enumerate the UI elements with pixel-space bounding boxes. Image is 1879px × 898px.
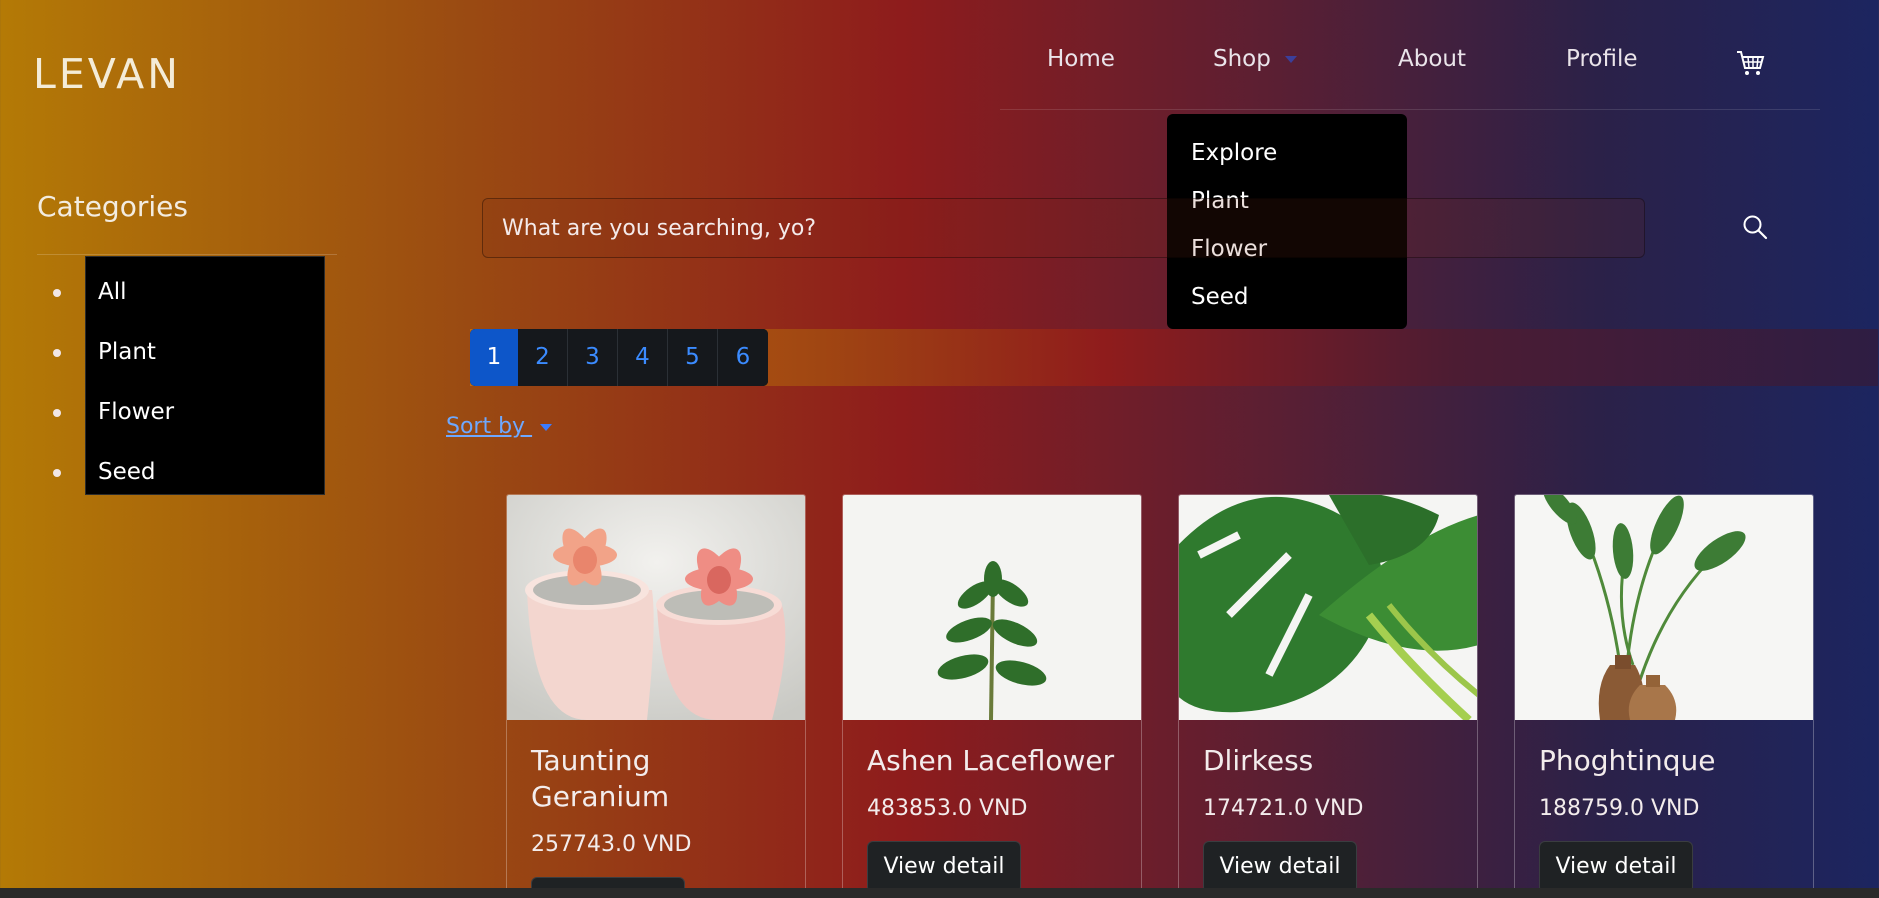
nav-profile[interactable]: Profile	[1566, 46, 1638, 72]
product-price: 174721.0 VND	[1203, 796, 1364, 821]
brand-logo[interactable]: LEVAN	[33, 50, 181, 98]
category-item-plant[interactable]: Plant	[53, 327, 324, 387]
product-card: Dlirkess 174721.0 VND View detail	[1178, 494, 1478, 898]
nav-shop-label: Shop	[1213, 46, 1271, 72]
product-card: Taunting Geranium 257743.0 VND View deta…	[506, 494, 806, 898]
dropdown-item-seed[interactable]: Seed	[1167, 278, 1407, 326]
page-link-2[interactable]: 2	[518, 329, 568, 386]
page-link-1[interactable]: 1	[470, 329, 518, 386]
categories-divider	[37, 254, 337, 255]
page-link-6[interactable]: 6	[718, 329, 768, 386]
chevron-down-icon	[1284, 56, 1297, 63]
product-name: Taunting Geranium	[531, 744, 670, 813]
scroll-edge	[0, 888, 1879, 898]
view-detail-button[interactable]: View detail	[1539, 841, 1693, 893]
product-image[interactable]	[843, 495, 1141, 720]
product-price: 257743.0 VND	[531, 832, 692, 857]
categories-list: All Plant Flower Seed	[53, 256, 325, 495]
page-link-5[interactable]: 5	[668, 329, 718, 386]
nav-shop[interactable]: Shop	[1213, 46, 1297, 72]
page-link-3[interactable]: 3	[568, 329, 618, 386]
category-item-seed[interactable]: Seed	[53, 447, 324, 507]
nav-about[interactable]: About	[1398, 46, 1466, 72]
search-icon[interactable]	[1742, 214, 1768, 244]
sort-by-dropdown[interactable]: Sort by	[446, 414, 553, 439]
product-card: Phoghtinque 188759.0 VND View detail	[1514, 494, 1814, 898]
dropdown-item-explore[interactable]: Explore	[1167, 134, 1407, 182]
product-name: Phoghtinque	[1539, 744, 1716, 777]
category-item-all[interactable]: All	[53, 267, 324, 327]
view-detail-button[interactable]: View detail	[1203, 841, 1357, 893]
product-name: Ashen Laceflower	[867, 744, 1115, 777]
product-name: Dlirkess	[1203, 744, 1314, 777]
product-image[interactable]	[507, 495, 805, 720]
cart-icon[interactable]	[1735, 48, 1765, 82]
product-card: Ashen Laceflower 483853.0 VND View detai…	[842, 494, 1142, 898]
search-input[interactable]	[482, 198, 1645, 258]
main-nav: Home Shop About Profile	[1000, 44, 1820, 110]
category-item-flower[interactable]: Flower	[53, 387, 324, 447]
pagination: 1 2 3 4 5 6	[470, 329, 768, 386]
product-image[interactable]	[1179, 495, 1477, 720]
chevron-down-icon	[540, 423, 553, 431]
page-link-4[interactable]: 4	[618, 329, 668, 386]
product-price: 188759.0 VND	[1539, 796, 1700, 821]
product-image[interactable]	[1515, 495, 1813, 720]
nav-home[interactable]: Home	[1047, 46, 1115, 72]
view-detail-button[interactable]: View detail	[867, 841, 1021, 893]
categories-title: Categories	[37, 190, 188, 223]
sort-by-label: Sort by	[446, 414, 533, 439]
product-price: 483853.0 VND	[867, 796, 1028, 821]
